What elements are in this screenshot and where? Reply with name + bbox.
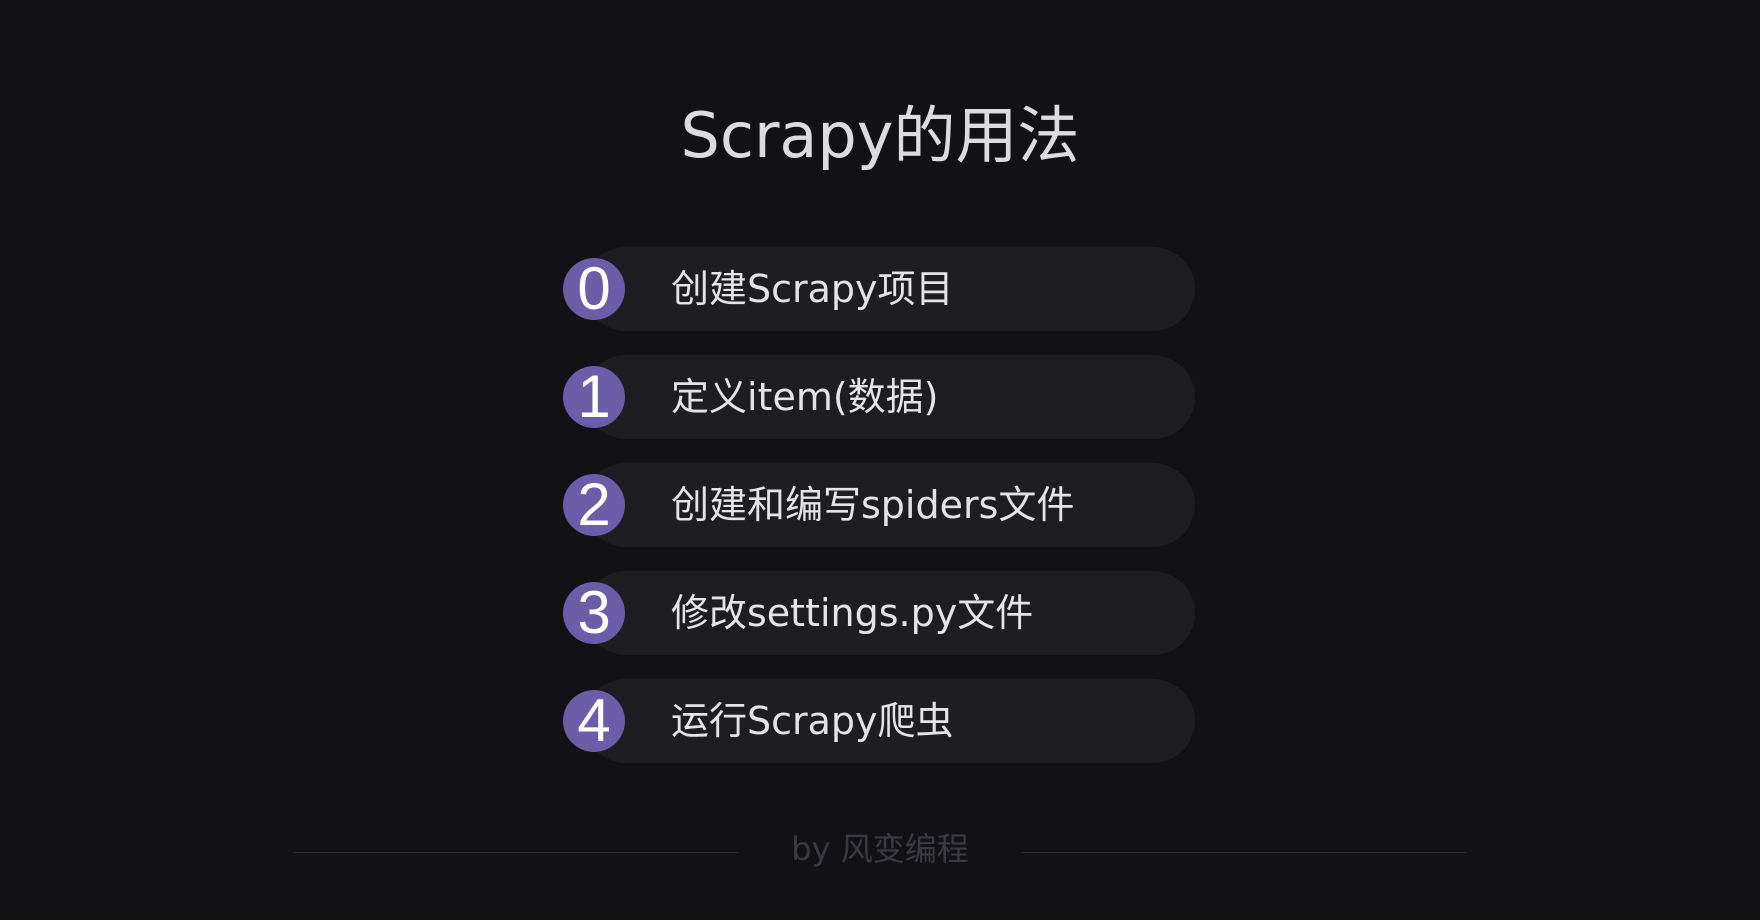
step-item: 3 修改settings.py文件 — [563, 571, 1195, 655]
steps-list: 0 创建Scrapy项目 1 定义item(数据) 2 创建和编写spiders… — [563, 247, 1195, 787]
step-number-badge: 1 — [563, 366, 625, 428]
step-label: 运行Scrapy爬虫 — [671, 699, 954, 743]
step-number-badge: 0 — [563, 258, 625, 320]
step-item: 4 运行Scrapy爬虫 — [563, 679, 1195, 763]
step-label: 创建Scrapy项目 — [671, 267, 954, 311]
step-label: 修改settings.py文件 — [671, 591, 1034, 635]
step-label: 创建和编写spiders文件 — [671, 483, 1075, 527]
step-number-badge: 3 — [563, 582, 625, 644]
step-item: 1 定义item(数据) — [563, 355, 1195, 439]
step-item: 0 创建Scrapy项目 — [563, 247, 1195, 331]
footer-divider-right — [1022, 852, 1467, 853]
footer: by 风变编程 — [0, 826, 1760, 872]
step-number-badge: 2 — [563, 474, 625, 536]
footer-credit: by 风变编程 — [791, 830, 969, 868]
page-title: Scrapy的用法 — [680, 99, 1080, 172]
step-item: 2 创建和编写spiders文件 — [563, 463, 1195, 547]
step-label: 定义item(数据) — [671, 375, 939, 419]
step-number-badge: 4 — [563, 690, 625, 752]
